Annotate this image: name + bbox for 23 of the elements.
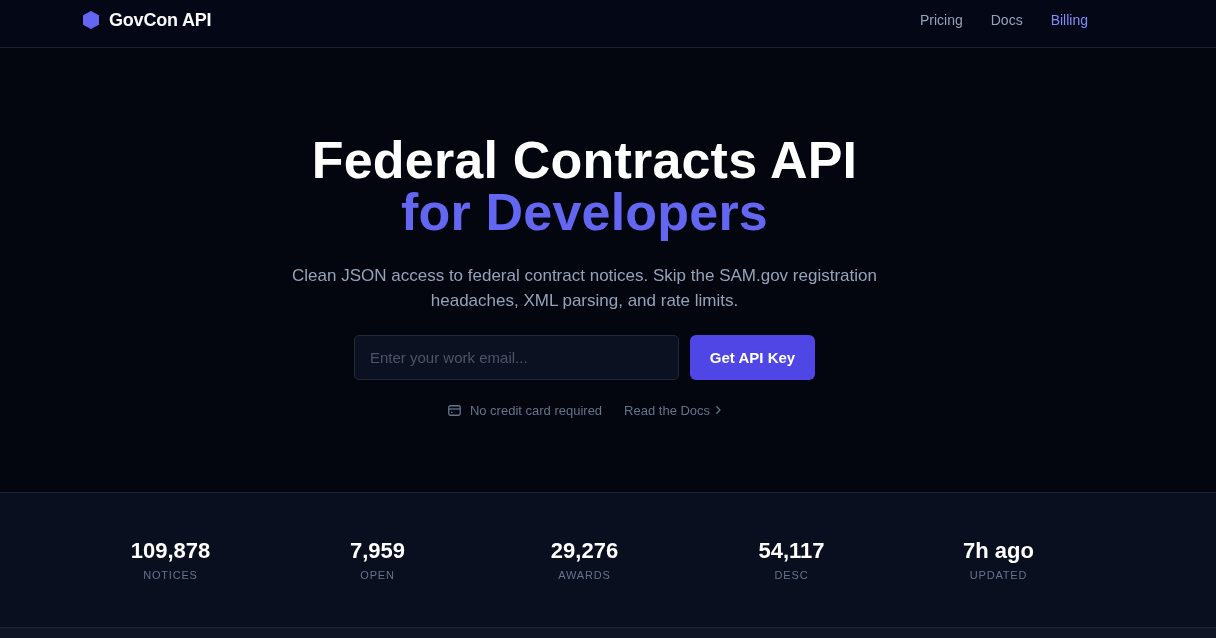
stat-value: 54,117 [758,537,825,565]
docs-link[interactable]: Read the Docs [624,402,722,418]
stat-label: NOTICES [143,568,198,583]
nav-link[interactable]: Pricing [919,12,963,28]
stat-value: 7,959 [349,537,406,565]
hero-subtitle: Clean JSON access to federal contract notices. Skip the SAM.gov registration headaches, XML parsing, and rate limits. [291,265,878,312]
brand-name: GovCon API [109,9,212,31]
hexagon-logo-icon [82,11,100,29]
stat-value: 109,878 [130,537,211,565]
stat-value: 29,276 [550,537,619,565]
stat-label: OPEN [360,568,395,583]
headline: Federal Contracts API [311,134,858,186]
stat-label: AWARDS [558,568,611,583]
nav-link[interactable]: Billing [1050,12,1088,28]
stat-value: 7h ago [963,537,1034,565]
get-api-key-button[interactable]: Get API Key [690,335,815,380]
credit-card-icon [447,404,461,416]
stat-label: UPDATED [969,568,1028,583]
stat-label: DESC [774,568,809,583]
chevron-right-icon [716,406,722,414]
email-field[interactable]: Enter your work email... [354,335,679,380]
note-text: No credit card required [469,402,603,418]
nav-link[interactable]: Docs [990,12,1023,28]
